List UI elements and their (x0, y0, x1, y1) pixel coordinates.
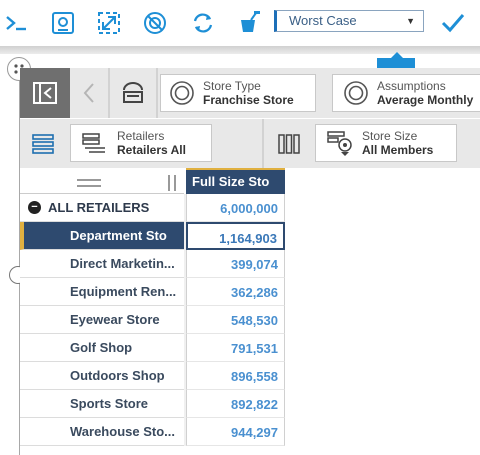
scenario-dropdown[interactable]: Worst Case ▼ (274, 10, 424, 32)
row-label[interactable]: Eyewear Store (20, 306, 184, 334)
chevron-down-icon: ▼ (406, 16, 415, 26)
data-cell[interactable]: 6,000,000 (186, 194, 285, 222)
row-label[interactable]: Outdoors Shop (20, 362, 184, 390)
retailers-label: Retailers (117, 129, 165, 143)
checkmark-icon[interactable] (436, 6, 470, 40)
row-label-text: Eyewear Store (70, 312, 160, 327)
data-cell[interactable]: 944,297 (186, 418, 285, 446)
store-size-label: Store Size (362, 129, 418, 143)
store-type-label: Store Type (203, 79, 261, 93)
store-type-value: Franchise Store (203, 93, 294, 107)
toolbar-separator (262, 119, 264, 168)
assumptions-value: Average Monthly (377, 93, 474, 107)
row-label-text: Outdoors Shop (70, 368, 165, 383)
row-label[interactable]: Department Sto (20, 222, 184, 250)
radio-circle-icon (170, 81, 194, 105)
row-label-total[interactable]: − ALL RETAILERS (20, 194, 184, 222)
scenario-value: Worst Case (289, 13, 357, 28)
cancel-icon[interactable] (138, 6, 172, 40)
row-label-text: ALL RETAILERS (48, 200, 150, 215)
row-label-text: Golf Shop (70, 340, 133, 355)
list-icon (82, 133, 105, 153)
paint-bucket-icon[interactable] (232, 6, 266, 40)
row-label-text: Equipment Ren... (70, 284, 177, 299)
save-icon[interactable] (46, 6, 80, 40)
retailers-dimension[interactable]: Retailers Retailers All (70, 124, 212, 162)
store-size-value: All Members (362, 143, 434, 157)
row-label[interactable]: Sports Store (20, 390, 184, 418)
data-cell[interactable]: 548,530 (186, 306, 285, 334)
row-label-text: Department Sto (70, 228, 167, 243)
collapse-minus-icon[interactable]: − (28, 201, 41, 214)
top-toolbar: Worst Case ▼ (0, 0, 480, 46)
page-filter-icon[interactable] (116, 76, 150, 110)
retailers-value: Retailers All (117, 143, 186, 157)
row-label-text: Sports Store (70, 396, 149, 411)
row-label[interactable]: Golf Shop (20, 334, 184, 362)
radio-circle-icon (344, 81, 368, 105)
data-cell[interactable]: 791,531 (186, 334, 285, 362)
collapse-panel-button[interactable] (20, 68, 70, 118)
row-label-text: Warehouse Sto... (70, 424, 175, 439)
data-cell[interactable]: 1,164,903 (186, 222, 285, 250)
store-size-dimension[interactable]: Store Size All Members (315, 124, 457, 162)
terminal-icon[interactable] (0, 6, 34, 40)
list-settings-icon (327, 131, 352, 156)
data-cell[interactable]: 399,074 (186, 250, 285, 278)
toolbar-separator (156, 68, 158, 118)
data-cell[interactable]: 362,286 (186, 278, 285, 306)
columns-icon[interactable] (272, 127, 306, 161)
data-cell[interactable]: 896,558 (186, 362, 285, 390)
data-cell[interactable]: 892,822 (186, 390, 285, 418)
column-resize-icon[interactable] (166, 174, 178, 192)
assumptions-label: Assumptions (377, 79, 446, 93)
rows-icon[interactable] (26, 127, 60, 161)
refresh-icon[interactable] (186, 6, 220, 40)
toolbar-divider (0, 46, 480, 54)
assumptions-filter[interactable]: Assumptions Average Monthly (332, 74, 480, 112)
row-label[interactable]: Direct Marketin... (20, 250, 184, 278)
chevron-left-icon[interactable] (70, 68, 108, 118)
row-label[interactable]: Warehouse Sto... (20, 418, 184, 446)
store-type-filter[interactable]: Store Type Franchise Store (160, 74, 316, 112)
drag-handle-icon[interactable] (76, 178, 102, 188)
column-header[interactable]: Full Size Sto (186, 170, 285, 194)
row-label-text: Direct Marketin... (70, 256, 175, 271)
row-header-corner (20, 170, 184, 194)
expand-icon[interactable] (92, 6, 126, 40)
toolbar-separator (108, 68, 110, 118)
row-label[interactable]: Equipment Ren... (20, 278, 184, 306)
